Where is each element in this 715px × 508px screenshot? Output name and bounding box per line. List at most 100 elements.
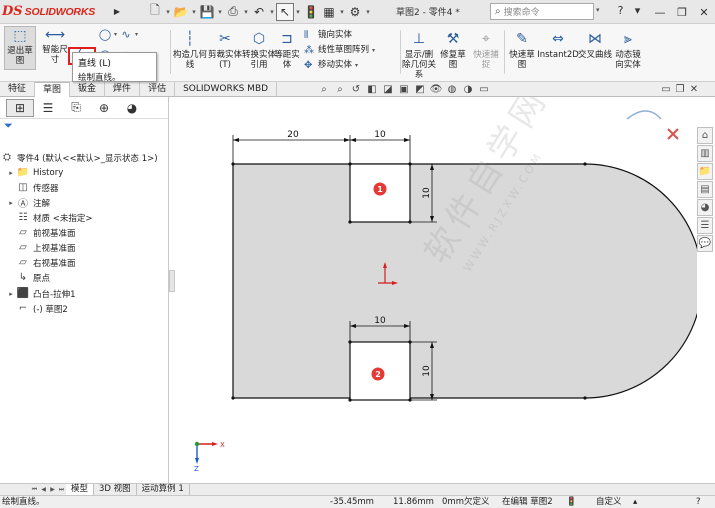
rebuild-icon[interactable]: ▦: [320, 3, 338, 21]
offset-entities-button[interactable]: ⊐ 等距实体: [272, 30, 302, 70]
convert-entities-button[interactable]: ⬡ 转换实体引用: [242, 30, 276, 70]
circle-dropdown-icon[interactable]: ▾: [112, 27, 119, 41]
display-manager-icon[interactable]: ◕: [118, 99, 146, 117]
tab-sheet-metal[interactable]: 钣金: [70, 82, 106, 97]
section-view-icon[interactable]: ◧: [364, 84, 380, 95]
dimension-text-20[interactable]: 20: [287, 130, 299, 140]
new-document-icon[interactable]: 🗋: [146, 3, 164, 21]
zoom-to-fit-icon[interactable]: ⌕: [316, 84, 332, 95]
status-help-icon[interactable]: ?: [696, 496, 701, 508]
home-icon[interactable]: ⌂: [697, 127, 713, 144]
help-icon[interactable]: ?: [612, 4, 629, 17]
tree-item-history[interactable]: ▸ 📁 History: [6, 165, 63, 180]
expand-arrow-icon[interactable]: ▸: [6, 199, 16, 207]
last-tab-icon[interactable]: ⏭: [57, 486, 66, 494]
property-manager-icon[interactable]: ☰: [34, 99, 62, 117]
exit-sketch-button[interactable]: ⬚ 退出草图: [4, 26, 36, 70]
solidworks-logo[interactable]: DS SOLIDWORKS: [0, 0, 112, 24]
traffic-light-icon[interactable]: 🚦: [302, 3, 320, 21]
save-icon[interactable]: 💾: [198, 3, 216, 21]
sketch-point[interactable]: [348, 340, 352, 344]
tree-root-part[interactable]: ⛭ 零件4 (默认<<默认>_显示状态 1>): [0, 150, 158, 165]
dimension-text-10-top[interactable]: 10: [374, 130, 386, 140]
restore-panel-icon[interactable]: ❐: [673, 84, 687, 95]
sketch-point[interactable]: [408, 162, 412, 166]
print-icon[interactable]: ⎙: [224, 3, 242, 21]
sketch-point[interactable]: [583, 396, 587, 400]
sketch-point[interactable]: [583, 162, 587, 166]
view-palette-icon[interactable]: ▤: [697, 181, 713, 198]
dimension-text-10-vertical-bottom[interactable]: 10: [422, 365, 432, 377]
dimension-text-10-vertical-top[interactable]: 10: [422, 187, 432, 199]
menu-expand-icon[interactable]: ▶: [112, 0, 122, 24]
confirmation-corner[interactable]: [626, 110, 679, 140]
tree-item-top-plane[interactable]: ▱ 上视基准面: [6, 240, 75, 255]
zoom-area-icon[interactable]: ⌕: [332, 84, 348, 95]
options-dropdown-icon[interactable]: ▾: [364, 8, 372, 16]
sketch-point[interactable]: [408, 398, 412, 402]
tree-item-sketch2[interactable]: ⌐ (-) 草图2: [6, 301, 68, 316]
tab-motion-study[interactable]: 运动算例 1: [137, 484, 190, 495]
select-dropdown-icon[interactable]: ▾: [294, 8, 302, 16]
sketch-point[interactable]: [231, 396, 235, 400]
appearances-icon[interactable]: ◕: [697, 199, 713, 216]
smart-dimension-button[interactable]: ⟷ 智能尺寸: [40, 26, 70, 65]
spline-icon[interactable]: ∿: [119, 27, 133, 41]
move-dropdown-icon[interactable]: ▾: [355, 58, 358, 73]
graphics-area[interactable]: 20 10 10 10 10 1 2 X Z 软件自学网 WWW.RJZXW.C…: [175, 97, 697, 483]
open-dropdown-icon[interactable]: ▾: [190, 8, 198, 16]
print-dropdown-icon[interactable]: ▾: [242, 8, 250, 16]
repair-sketch-button[interactable]: ⚒ 修复草图: [437, 30, 469, 70]
dynamic-annotation-icon[interactable]: ◪: [380, 84, 396, 95]
move-entities-button[interactable]: ✥ 移动实体 ▾: [304, 58, 375, 73]
circle-icon[interactable]: ◯: [98, 27, 112, 41]
hide-show-icon[interactable]: 👁: [428, 84, 444, 95]
rebuild-status-icon[interactable]: 🚦: [566, 496, 577, 508]
linear-pattern-button[interactable]: ⁂ 线性草图阵列 ▾: [304, 43, 375, 58]
sketch-point[interactable]: [348, 162, 352, 166]
help-dropdown-icon[interactable]: ▾: [629, 4, 646, 17]
mirror-entities-button[interactable]: ⫴ 镜向实体: [304, 28, 375, 43]
collapse-ribbon-icon[interactable]: ▭: [659, 84, 673, 95]
expand-arrow-icon[interactable]: ▸: [6, 169, 16, 177]
tree-item-origin[interactable]: ↳ 原点: [6, 270, 50, 285]
undo-dropdown-icon[interactable]: ▾: [268, 8, 276, 16]
search-commands-input[interactable]: ⌕ 搜索命令: [490, 3, 594, 20]
intersection-curve-button[interactable]: ⋈ 交叉曲线: [578, 30, 612, 60]
linear-pattern-dropdown-icon[interactable]: ▾: [372, 43, 375, 58]
first-tab-icon[interactable]: ⏮: [30, 486, 39, 494]
display-relations-button[interactable]: ⊥ 显示/删除几何关系: [402, 30, 436, 80]
tab-evaluate[interactable]: 评估: [140, 82, 176, 97]
view-settings-icon[interactable]: ▭: [476, 84, 492, 95]
close-panel-icon[interactable]: ✕: [687, 84, 701, 95]
view-orientation-icon[interactable]: ▣: [396, 84, 412, 95]
tree-item-material[interactable]: ☷ 材质 <未指定>: [6, 210, 93, 225]
previous-view-icon[interactable]: ↺: [348, 84, 364, 95]
tree-item-annotations[interactable]: ▸ Ⓐ 注解: [6, 195, 50, 211]
forum-icon[interactable]: 💬: [697, 235, 713, 252]
sketch-point[interactable]: [348, 220, 352, 224]
tab-model[interactable]: 模型: [66, 484, 95, 495]
save-dropdown-icon[interactable]: ▾: [216, 8, 224, 16]
trim-entities-button[interactable]: ✂ 剪裁实体(T): [208, 30, 242, 70]
edit-appearance-icon[interactable]: ◍: [444, 84, 460, 95]
tab-features[interactable]: 特征: [0, 82, 36, 97]
restore-button[interactable]: ❐: [671, 0, 693, 24]
select-cursor-icon[interactable]: ↖: [276, 2, 294, 21]
spline-dropdown-icon[interactable]: ▾: [133, 27, 140, 41]
next-tab-icon[interactable]: ▶: [48, 486, 57, 494]
sketch-point[interactable]: [408, 340, 412, 344]
rebuild-dropdown-icon[interactable]: ▾: [338, 8, 346, 16]
rapid-sketch-button[interactable]: ✎ 快速草图: [506, 30, 538, 70]
search-dropdown-icon[interactable]: ▾: [596, 6, 600, 14]
expand-arrow-icon[interactable]: ▸: [6, 290, 16, 298]
display-style-icon[interactable]: ◩: [412, 84, 428, 95]
tree-item-right-plane[interactable]: ▱ 右视基准面: [6, 255, 75, 270]
tab-weldments[interactable]: 焊件: [105, 82, 141, 97]
feature-tree-icon[interactable]: ⊞: [6, 98, 34, 117]
tab-mbd[interactable]: SOLIDWORKS MBD: [175, 82, 278, 97]
tree-item-sensors[interactable]: ◫ 传感器: [6, 180, 58, 195]
construction-geometry-button[interactable]: ┆ 构造几何线: [173, 30, 207, 70]
prev-tab-icon[interactable]: ◀: [39, 486, 48, 494]
design-library-icon[interactable]: ▥: [697, 145, 713, 162]
